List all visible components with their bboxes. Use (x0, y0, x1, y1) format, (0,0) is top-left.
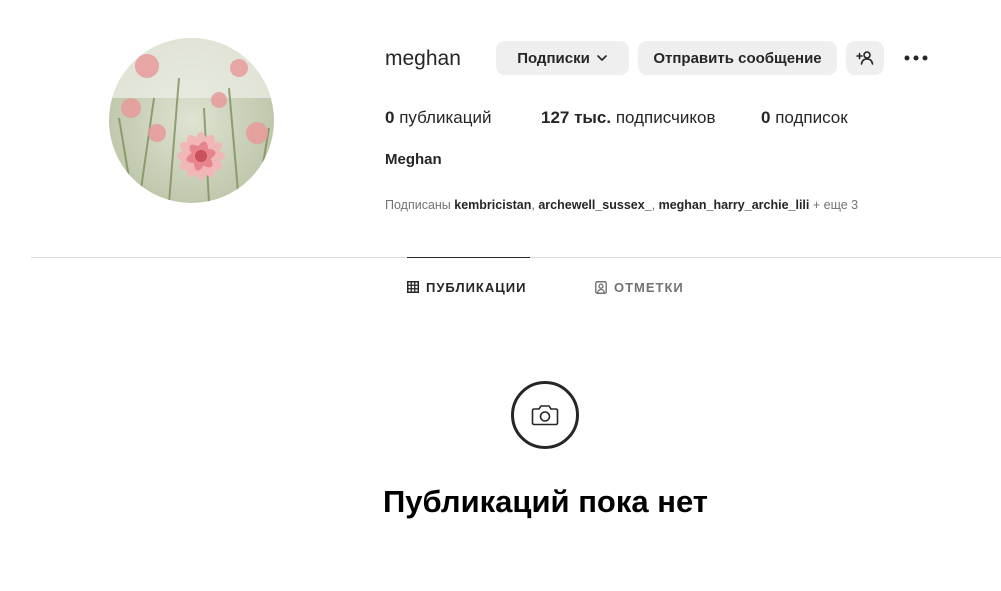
send-message-label: Отправить сообщение (653, 49, 822, 67)
add-user-icon (856, 50, 874, 66)
tab-tagged[interactable]: ОТМЕТКИ (595, 278, 684, 296)
followed-by-prefix: Подписаны (385, 198, 455, 212)
more-horizontal-icon (904, 55, 928, 61)
username: meghan (385, 47, 461, 70)
followed-by-more: + еще 3 (809, 198, 859, 212)
avatar-image (109, 38, 274, 203)
stat-posts: 0 публикаций (385, 106, 491, 130)
send-message-button[interactable]: Отправить сообщение (638, 41, 837, 75)
more-options-button[interactable] (897, 41, 935, 75)
tab-tagged-label: ОТМЕТКИ (614, 279, 684, 295)
empty-state-title: Публикаций пока нет (383, 484, 708, 519)
chevron-down-icon (596, 52, 608, 64)
active-tab-indicator (407, 257, 530, 258)
tagged-user-icon (595, 280, 607, 294)
grid-icon (407, 281, 419, 293)
full-name: Meghan (385, 151, 442, 168)
tab-posts[interactable]: ПУБЛИКАЦИИ (407, 278, 526, 296)
followers-label: подписчиков (611, 108, 716, 127)
stat-followers[interactable]: 127 тыс. подписчиков (541, 106, 716, 130)
tab-posts-label: ПУБЛИКАЦИИ (426, 279, 527, 295)
camera-icon (531, 403, 559, 427)
following-button[interactable]: Подписки (496, 41, 629, 75)
followed-by-account[interactable]: kembricistan (454, 198, 531, 212)
avatar[interactable] (109, 38, 274, 203)
followed-by[interactable]: Подписаны kembricistan, archewell_sussex… (385, 196, 858, 214)
followers-count: 127 тыс. (541, 108, 612, 127)
empty-state-icon-circle (511, 381, 579, 449)
followed-by-account[interactable]: archewell_sussex_ (538, 198, 651, 212)
stat-following[interactable]: 0 подписок (761, 106, 848, 130)
following-label: подписок (770, 108, 848, 127)
add-user-button[interactable] (846, 41, 884, 75)
followed-by-account[interactable]: meghan_harry_archie_lili (659, 198, 810, 212)
posts-label: публикаций (394, 108, 492, 127)
following-button-label: Подписки (517, 49, 590, 67)
